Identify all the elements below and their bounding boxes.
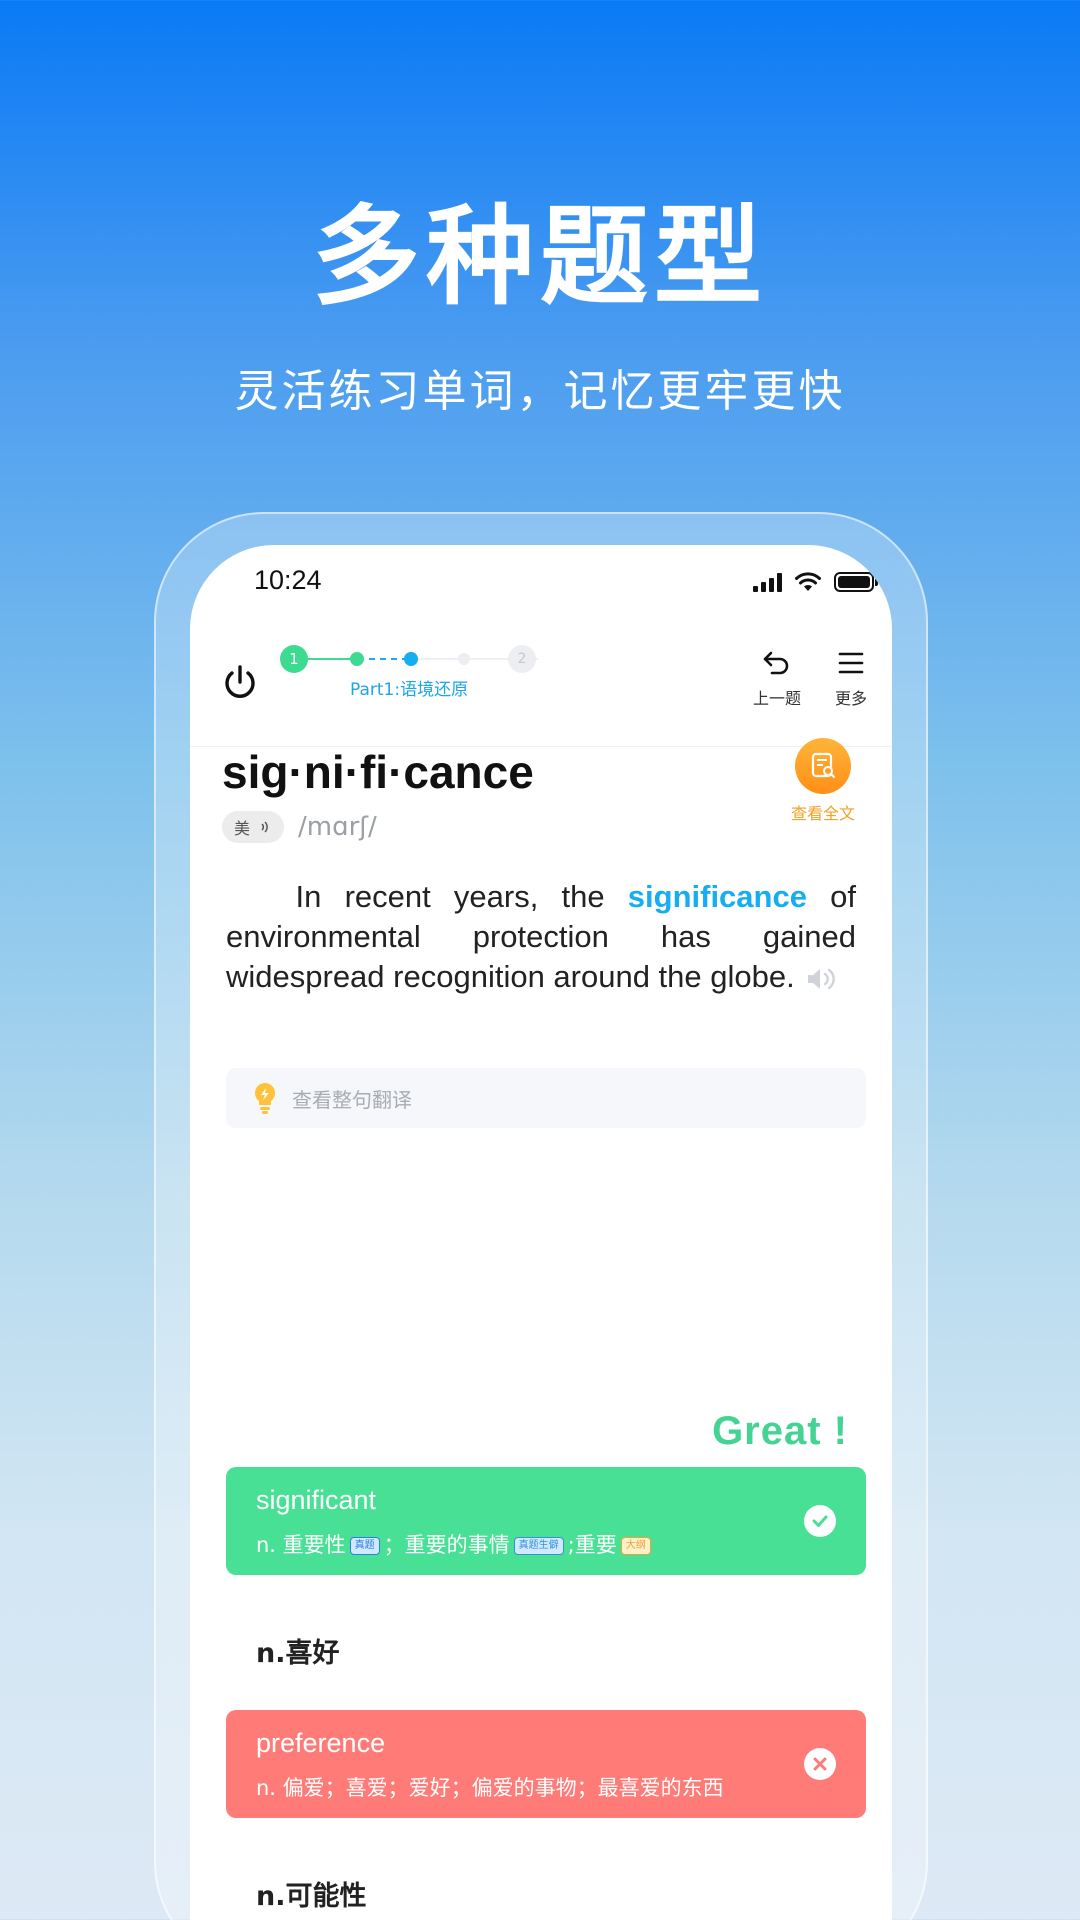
check-icon — [804, 1505, 836, 1537]
top-navigation: 1 2 Part1:语境还原 上一题 更多 — [190, 625, 892, 747]
tag-badge: 真题 — [349, 1537, 380, 1555]
definition-part: ；重要的事情 — [383, 1533, 510, 1557]
progress-line-done — [304, 658, 356, 660]
progress-tracker: 1 2 — [280, 643, 560, 673]
accent-label: 美 — [234, 819, 251, 838]
power-icon[interactable] — [220, 663, 260, 703]
lightbulb-icon — [255, 1083, 275, 1114]
view-translation-label: 查看整句翻译 — [292, 1087, 412, 1112]
tag-badge: 大纲 — [620, 1537, 651, 1555]
example-sentence: In recent years, the significance of env… — [226, 877, 856, 997]
battery-icon — [834, 572, 878, 592]
view-translation-button[interactable]: 查看整句翻译 — [226, 1068, 866, 1128]
hero-title: 多种题型 — [311, 195, 768, 320]
feedback-text: Great ! — [712, 1409, 848, 1453]
option-item[interactable]: n.可能性 — [256, 1874, 366, 1913]
sound-wave-icon — [261, 821, 268, 833]
progress-dot-current — [404, 652, 418, 666]
progress-dot-done — [350, 652, 364, 666]
option-item[interactable]: n.喜好 — [256, 1631, 339, 1670]
option-word: preference — [256, 1728, 386, 1758]
hero-subtitle: 灵活练习单词，记忆更牢更快 — [234, 366, 846, 417]
option-wrong[interactable]: preference n. 偏爱；喜爱；爱好；偏爱的事物；最喜爱的东西 — [226, 1710, 866, 1818]
us-pronunciation-button[interactable]: 美 — [222, 811, 285, 843]
definition-part: ;重要 — [567, 1533, 617, 1557]
menu-icon — [838, 652, 864, 674]
close-icon — [804, 1748, 836, 1780]
status-icons — [753, 571, 878, 593]
option-definition: n. 偏爱；喜爱；爱好；偏爱的事物；最喜爱的东西 — [256, 1776, 724, 1800]
undo-icon — [763, 651, 789, 675]
phonetic: /mɑrʃ/ — [298, 812, 377, 842]
sentence-highlight: significance — [627, 879, 807, 914]
more-button[interactable]: 更多 — [816, 649, 886, 709]
progress-step-2: 2 — [508, 645, 536, 673]
phone-screen: 10:24 1 2 Part1:语境还原 上一题 更多 sig·ni·fi·ca… — [190, 545, 892, 1920]
view-fulltext-label: 查看全文 — [790, 804, 855, 823]
sentence-before: In recent years, the — [295, 879, 628, 914]
option-correct[interactable]: significant n. 重要性 真题 ；重要的事情 真题生僻 ;重要 大纲 — [226, 1467, 866, 1575]
speaker-icon[interactable] — [805, 967, 839, 991]
status-time: 10:24 — [254, 565, 322, 595]
more-label: 更多 — [834, 689, 867, 708]
part-label: Part1:语境还原 — [350, 680, 469, 700]
definition-part: n. 重要性 — [256, 1533, 346, 1557]
pronunciation-row: 美 /mɑrʃ/ — [222, 811, 377, 843]
signal-icon — [753, 572, 782, 592]
option-word: significant — [256, 1485, 377, 1515]
view-fulltext-button[interactable]: 查看全文 — [778, 738, 868, 824]
wifi-icon — [795, 572, 821, 591]
vocab-word: sig·ni·fi·cance — [222, 746, 534, 798]
progress-line-current — [358, 658, 408, 660]
status-bar: 10:24 — [190, 545, 892, 625]
prev-question-button[interactable]: 上一题 — [742, 649, 812, 709]
tag-badge: 真题生僻 — [513, 1537, 564, 1555]
option-definition: n. 重要性 真题 ；重要的事情 真题生僻 ;重要 大纲 — [256, 1529, 655, 1559]
prev-question-label: 上一题 — [752, 689, 801, 708]
progress-step-1: 1 — [280, 645, 308, 673]
progress-dot-todo — [458, 653, 470, 665]
document-search-icon — [795, 738, 851, 794]
